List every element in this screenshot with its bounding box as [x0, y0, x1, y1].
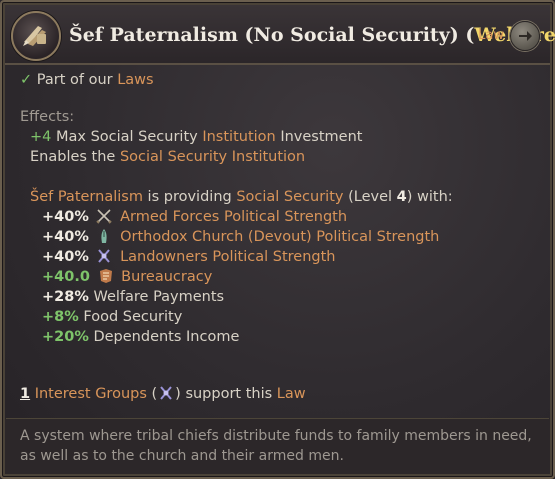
- law-category-link[interactable]: Law: [478, 28, 504, 43]
- modifier-row: +40.0 Bureaucracy: [42, 268, 213, 285]
- wheat-icon: [158, 385, 174, 401]
- institution-link[interactable]: Institution: [232, 149, 305, 165]
- modifier-row: +28% Welfare Payments: [42, 289, 225, 305]
- support-count: 1: [20, 386, 31, 402]
- law-name-link[interactable]: Šef Paternalism: [30, 189, 143, 205]
- effects-label: Effects:: [20, 109, 75, 125]
- go-to-law-button[interactable]: [510, 21, 540, 51]
- institution-link[interactable]: Institution: [202, 129, 275, 145]
- effect-line: Enables the Social Security Institution: [30, 149, 306, 165]
- effect-line: +4 Max Social Security Institution Inves…: [30, 129, 363, 145]
- crossed-swords-icon: [96, 208, 113, 224]
- social-security-link[interactable]: Social Security: [120, 149, 227, 165]
- modifier-row: +40% Landowners Political Strength: [42, 248, 336, 265]
- divider: [6, 418, 549, 419]
- church-icon: [96, 228, 112, 244]
- support-line: 1 Interest Groups () support this Law: [20, 385, 306, 402]
- law-status: ✓ Part of our Laws: [20, 72, 154, 88]
- laws-link[interactable]: Laws: [117, 72, 153, 88]
- wheat-icon: [96, 248, 112, 264]
- modifier-row: +20% Dependents Income: [42, 329, 240, 345]
- providing-line: Šef Paternalism is providing Social Secu…: [30, 189, 453, 205]
- law-tooltip: Šef Paternalism (No Social Security) (We…: [0, 0, 555, 479]
- interest-groups-link[interactable]: Interest Groups: [35, 386, 147, 402]
- checkmark-icon: ✓: [20, 72, 33, 88]
- modifier-row: +8% Food Security: [42, 309, 183, 325]
- law-description: A system where tribal chiefs distribute …: [20, 428, 532, 464]
- social-security-link[interactable]: Social Security: [236, 189, 343, 205]
- law-emblem-icon: [11, 11, 61, 61]
- arrow-right-icon: [519, 31, 532, 41]
- modifier-row: +40% Orthodox Church (Devout) Political …: [42, 228, 440, 245]
- bureaucracy-icon: [98, 268, 114, 284]
- modifier-row: +40% Armed Forces Political Strength: [42, 208, 348, 225]
- tooltip-header: Šef Paternalism (No Social Security) (We…: [5, 5, 555, 65]
- law-link[interactable]: Law: [277, 386, 306, 402]
